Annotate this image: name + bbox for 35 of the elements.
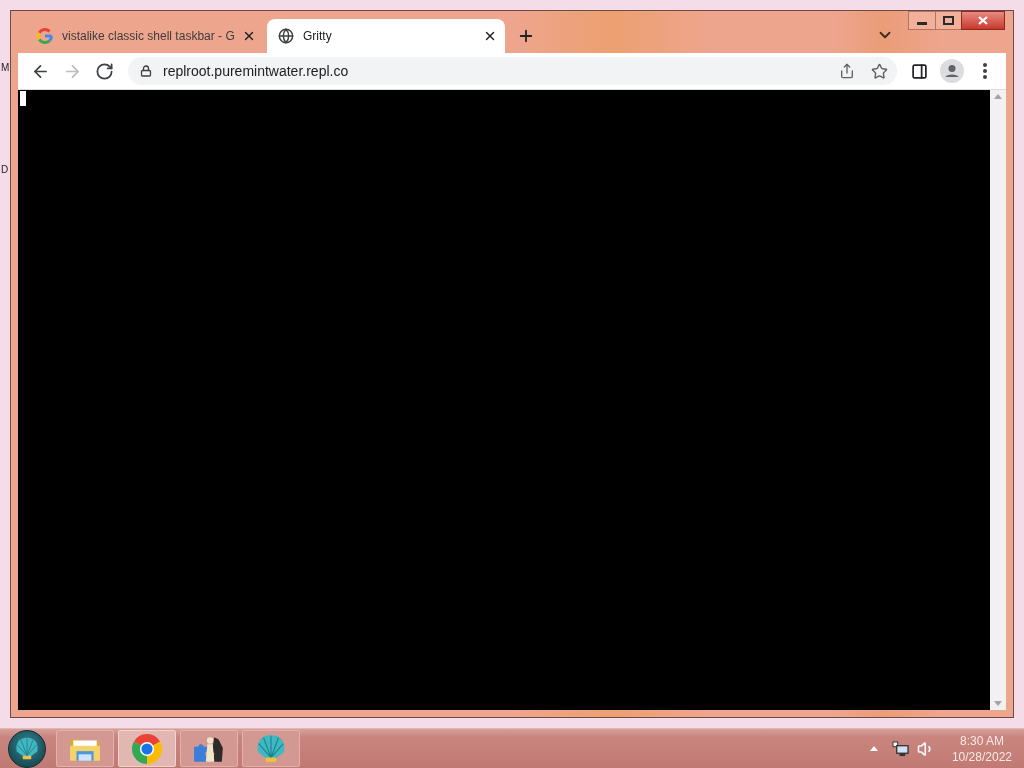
side-panel-icon	[910, 62, 928, 80]
maximize-icon	[943, 16, 954, 25]
globe-icon	[278, 28, 294, 44]
clock-time: 8:30 AM	[959, 732, 1004, 749]
url-text: replroot.puremintwater.repl.co	[163, 61, 349, 81]
lock-icon	[140, 65, 152, 77]
shell-icon	[15, 737, 39, 760]
plus-icon	[517, 27, 535, 45]
shell-icon	[256, 734, 286, 763]
close-window-button[interactable]	[961, 11, 1005, 30]
star-icon	[870, 62, 888, 80]
caret-up-icon[interactable]	[869, 746, 878, 751]
menu-icon	[983, 63, 987, 79]
profile-button[interactable]	[938, 57, 966, 85]
share-icon	[839, 63, 855, 79]
close-icon	[978, 16, 988, 25]
desktop-icon-label: D	[1, 164, 9, 175]
puzzle-and-chess-icon	[193, 734, 225, 763]
maximize-button[interactable]	[936, 11, 961, 30]
google-logo-icon	[37, 28, 53, 44]
chrome-logo-icon	[132, 733, 162, 764]
close-icon	[242, 29, 256, 43]
minimize-button[interactable]	[908, 11, 936, 30]
reload-icon	[94, 61, 114, 81]
desktop-icon-label: M	[1, 62, 10, 73]
minimize-icon	[917, 22, 927, 25]
clock-date: 10/28/2022	[951, 748, 1012, 765]
start-button[interactable]	[8, 729, 46, 768]
browser-tab[interactable]: vistalike classic shell taskbar - G	[26, 19, 264, 53]
avatar-icon	[940, 59, 964, 83]
browser-tab[interactable]: Gritty	[267, 19, 505, 53]
address-bar[interactable]: replroot.puremintwater.repl.co	[128, 57, 897, 85]
network-icon[interactable]	[891, 740, 909, 757]
close-icon	[483, 29, 497, 43]
taskbar-button[interactable]	[180, 730, 238, 767]
